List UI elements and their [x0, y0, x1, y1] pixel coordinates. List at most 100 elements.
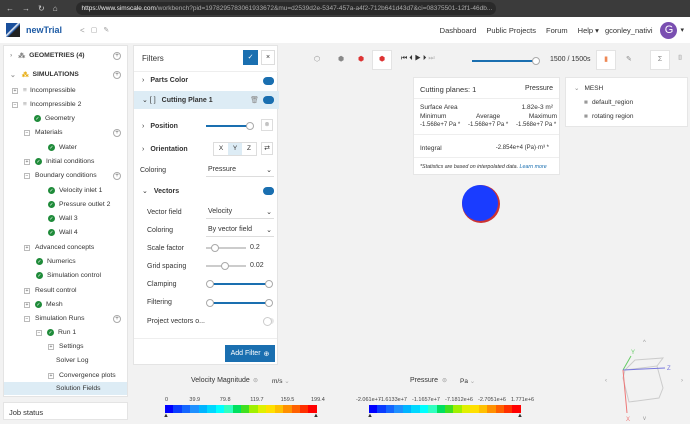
nav-forum[interactable]: Forum: [546, 26, 568, 35]
filter-cutting-plane[interactable]: ⌄ [ ] Cutting Plane 1 🗑: [134, 91, 279, 109]
back-icon[interactable]: ←: [6, 4, 14, 13]
grid-spacing-value[interactable]: 0.02: [250, 262, 264, 269]
avatar[interactable]: G: [660, 21, 678, 39]
nav-help[interactable]: Help ▾: [578, 26, 599, 35]
chevron-down-icon[interactable]: ▾: [680, 26, 684, 34]
camera-icon[interactable]: ⌷: [678, 55, 682, 63]
tree-incompressible[interactable]: + ≡ Incompressible: [12, 84, 76, 97]
tree-convergence-plots[interactable]: + Convergence plots: [48, 369, 116, 382]
mesh-region-rotating[interactable]: ■ rotating region: [584, 113, 634, 120]
mesh-header[interactable]: ⌄ MESH: [574, 84, 603, 92]
position-slider[interactable]: [206, 122, 254, 130]
clamping-slider[interactable]: [206, 280, 273, 288]
scale-factor-value[interactable]: 0.2: [250, 244, 260, 251]
url-bar[interactable]: https://www.simscale.com/workbench?pid=1…: [75, 2, 496, 15]
velocity-max-handle[interactable]: ▲: [313, 413, 319, 419]
tree-wall-4[interactable]: ✓ Wall 4: [48, 226, 78, 239]
mesh-region-default[interactable]: ■ default_region: [584, 99, 633, 106]
tree-water[interactable]: ✓ Water: [48, 141, 77, 154]
simscale-logo-icon[interactable]: [6, 23, 20, 37]
vector-coloring-select[interactable]: By vector field ⌄: [206, 223, 274, 237]
velocity-min-handle[interactable]: ▲: [163, 413, 169, 419]
reload-icon[interactable]: ↻: [38, 4, 45, 13]
trash-icon[interactable]: 🗑: [250, 96, 259, 104]
part-select-icon[interactable]: ⬢: [358, 55, 364, 63]
project-vectors-toggle[interactable]: [263, 317, 274, 326]
velocity-legend-menu-icon[interactable]: ⊜: [253, 377, 258, 384]
tree-boundary-conditions[interactable]: − Boundary conditions: [24, 169, 97, 182]
tree-solution-fields[interactable]: Solution Fields: [4, 382, 127, 395]
add-material-icon[interactable]: +: [113, 129, 121, 137]
playback-controls[interactable]: ⏮ ⏴ ▶ ⏵ ⏭: [401, 55, 435, 63]
solid-view-icon[interactable]: ⬢: [338, 55, 344, 63]
add-run-icon[interactable]: +: [113, 315, 121, 323]
learn-more-link[interactable]: Learn more: [520, 164, 547, 170]
close-button[interactable]: ×: [261, 50, 275, 65]
colorbar-segment: [232, 405, 241, 413]
swap-icon[interactable]: ⇄: [261, 142, 273, 155]
label: Orientation: [150, 145, 188, 153]
orientation-y[interactable]: Y: [228, 143, 242, 155]
part-visibility-button[interactable]: ⬢: [372, 50, 392, 70]
scale-factor-slider[interactable]: [206, 244, 246, 252]
filtering-slider[interactable]: [206, 299, 273, 307]
tree-settings[interactable]: + Settings: [48, 340, 84, 353]
grid-spacing-slider[interactable]: [206, 262, 246, 270]
cutting-plane-toggle[interactable]: [263, 96, 274, 104]
orientation-x[interactable]: X: [214, 143, 228, 155]
pencil-icon[interactable]: ✎: [626, 55, 632, 63]
vectors-toggle[interactable]: [263, 187, 274, 195]
tree-materials[interactable]: − Materials: [24, 126, 63, 139]
tree-simulation-runs[interactable]: − Simulation Runs: [24, 312, 85, 325]
copy-icon[interactable]: ▢: [91, 26, 98, 34]
add-simulation-icon[interactable]: +: [113, 71, 121, 79]
job-status-panel[interactable]: Job status: [3, 402, 128, 420]
home-icon[interactable]: ⌂: [53, 4, 58, 13]
orientation-z[interactable]: Z: [242, 143, 256, 155]
user-name[interactable]: gconley_nativi: [605, 26, 653, 35]
add-boundary-icon[interactable]: +: [113, 172, 121, 180]
view-cube-icon[interactable]: ⬡: [314, 55, 320, 63]
nav-dashboard[interactable]: Dashboard: [440, 26, 477, 35]
tree-geometry[interactable]: ✓ Geometry: [34, 112, 75, 125]
value: Pressure: [208, 166, 237, 173]
color-legend-button[interactable]: ▮: [596, 50, 616, 70]
pressure-max-handle[interactable]: ▲: [517, 413, 523, 419]
tree-initial-conditions[interactable]: + ✓ Initial conditions: [24, 155, 94, 168]
tree-velocity-inlet[interactable]: ✓ Velocity inlet 1: [48, 184, 102, 197]
apply-button[interactable]: ✓: [243, 50, 258, 65]
coloring-select[interactable]: Pressure ⌄: [206, 163, 274, 177]
tree-advanced-concepts[interactable]: + Advanced concepts: [24, 241, 94, 254]
cutting-plane-disc[interactable]: [462, 185, 498, 221]
tree-pressure-outlet[interactable]: ✓ Pressure outlet 2: [48, 198, 110, 211]
tree-solver-log[interactable]: Solver Log: [56, 354, 89, 367]
reset-position-icon[interactable]: ⊗: [261, 119, 273, 131]
statistics-button[interactable]: Σ: [650, 50, 670, 70]
tree-run-1[interactable]: − ✓ Run 1: [36, 326, 76, 339]
edit-icon[interactable]: ✎: [103, 26, 109, 34]
time-slider[interactable]: [472, 57, 540, 65]
label: default_region: [591, 99, 634, 106]
parts-color-toggle[interactable]: [263, 76, 274, 85]
tree-result-control[interactable]: + Result control: [24, 284, 77, 297]
filter-parts-color[interactable]: › Parts Color: [134, 71, 279, 89]
forward-icon[interactable]: →: [22, 4, 30, 13]
pressure-unit-select[interactable]: Pa ⌄: [460, 377, 475, 385]
svg-text:^: ^: [643, 340, 646, 346]
tree-incompressible-2[interactable]: − ≡ Incompressible 2: [12, 98, 81, 111]
add-geometry-icon[interactable]: +: [113, 52, 121, 60]
tree-mesh[interactable]: + ✓ Mesh: [24, 298, 63, 311]
tree-wall-3[interactable]: ✓ Wall 3: [48, 212, 78, 225]
tree-geometries[interactable]: › ⁂ GEOMETRIES (4): [10, 49, 85, 62]
tree-numerics[interactable]: ✓ Numerics: [36, 255, 76, 268]
tree-simulations[interactable]: ⌄ ⁂ SIMULATIONS: [10, 68, 79, 81]
pressure-min-handle[interactable]: ▲: [367, 413, 373, 419]
share-icon[interactable]: <: [80, 26, 85, 35]
nav-public-projects[interactable]: Public Projects: [486, 26, 536, 35]
vector-field-select[interactable]: Velocity ⌄: [206, 205, 274, 219]
pressure-legend-menu-icon[interactable]: ⊜: [442, 377, 447, 384]
tree-simulation-control[interactable]: ✓ Simulation control: [36, 269, 101, 282]
add-filter-button[interactable]: Add Filter ⊕: [225, 345, 275, 362]
velocity-unit-select[interactable]: m/s ⌄: [272, 377, 290, 385]
view-navigation-gizmo[interactable]: Y Z X ^ v ‹ ›: [595, 338, 690, 424]
